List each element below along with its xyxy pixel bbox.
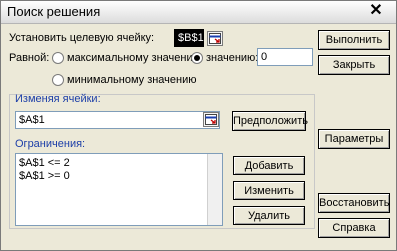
constraints-label: Ограничения: [15, 138, 86, 150]
target-cell-label: Установить целевую ячейку: [9, 32, 155, 44]
target-range-select-icon[interactable] [207, 31, 223, 46]
constraints-scrollbar[interactable] [207, 154, 222, 225]
target-cell-input[interactable]: $B$1 [174, 29, 204, 47]
restore-button[interactable]: Восстановить [318, 193, 390, 213]
change-button[interactable]: Изменить [233, 181, 305, 200]
title-bar: Поиск решения ✕ [1, 1, 396, 24]
radio-value-label: значению: [206, 52, 259, 64]
close-button[interactable]: Закрыть [318, 55, 390, 75]
radio-min[interactable] [52, 74, 64, 86]
radio-max-label: максимальному значению [67, 52, 201, 64]
dialog-title: Поиск решения [7, 4, 101, 19]
solver-dialog: Поиск решения ✕ Установить целевую ячейк… [0, 0, 397, 251]
delete-button[interactable]: Удалить [233, 206, 305, 225]
add-button[interactable]: Добавить [233, 156, 305, 175]
parameters-button[interactable]: Параметры [318, 129, 390, 149]
changing-cells-input[interactable]: $A$1 [15, 111, 220, 129]
constraint-item[interactable]: $A$1 >= 0 [19, 170, 70, 182]
equal-to-label: Равной: [9, 52, 50, 64]
radio-value[interactable] [191, 52, 203, 64]
constraint-item[interactable]: $A$1 <= 2 [19, 157, 70, 169]
radio-min-label: минимальному значению [67, 74, 197, 86]
radio-max[interactable] [52, 52, 64, 64]
changing-range-select-icon[interactable] [203, 112, 219, 127]
value-input[interactable]: 0 [257, 48, 313, 66]
constraints-list[interactable]: $A$1 <= 2 $A$1 >= 0 [15, 153, 223, 226]
close-icon[interactable]: ✕ [365, 2, 387, 20]
execute-button[interactable]: Выполнить [318, 30, 390, 50]
help-button[interactable]: Справка [318, 218, 390, 238]
guess-button[interactable]: Предположить [232, 111, 308, 131]
changing-cells-label: Изменяя ячейки: [15, 93, 101, 105]
